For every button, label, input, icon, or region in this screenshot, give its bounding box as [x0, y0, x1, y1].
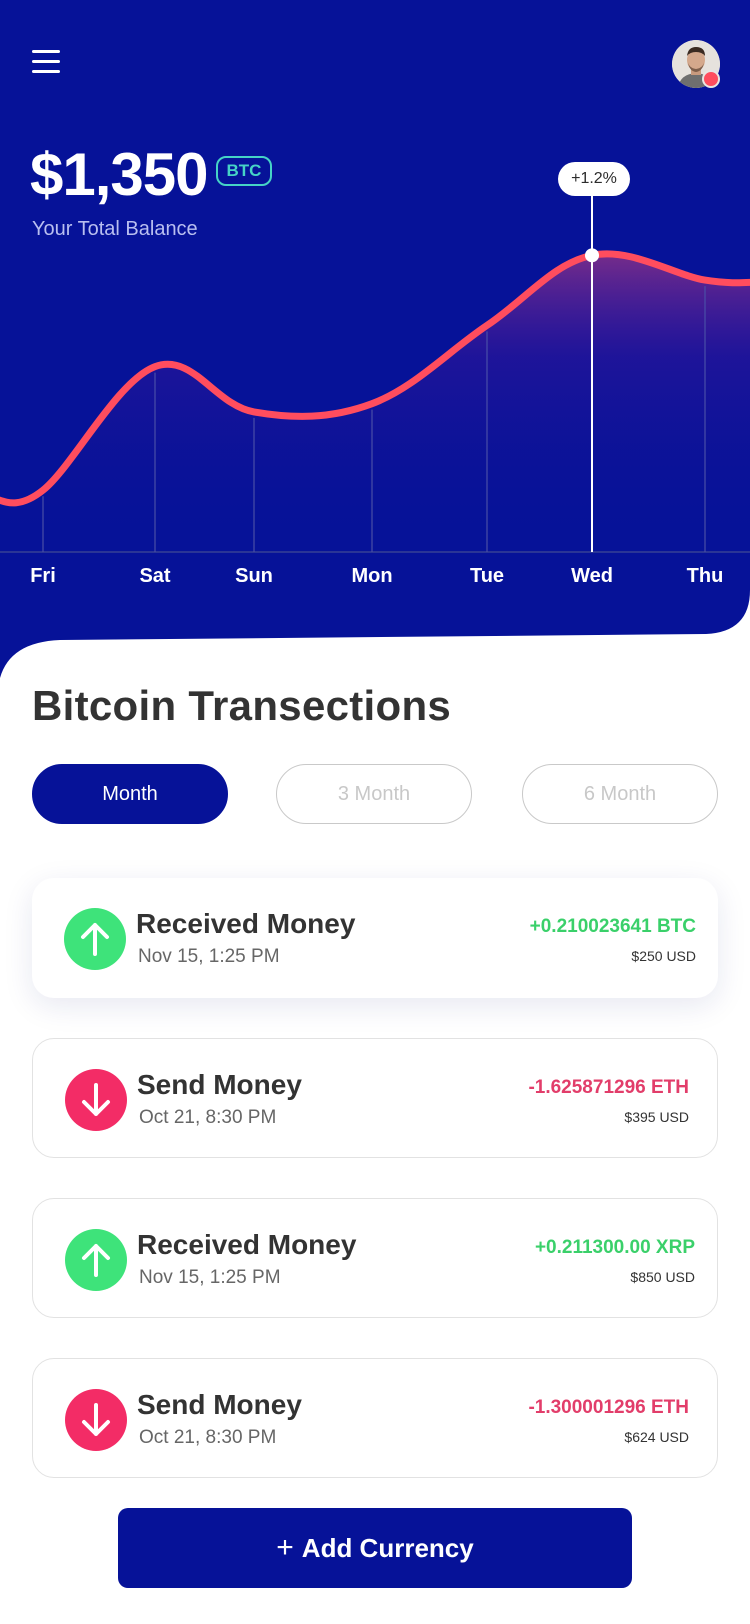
- status-dot: [702, 70, 720, 88]
- transaction-card[interactable]: Received Money Nov 15, 1:25 PM +0.211300…: [32, 1198, 718, 1318]
- transaction-card[interactable]: Send Money Oct 21, 8:30 PM -1.300001296 …: [32, 1358, 718, 1478]
- transaction-card[interactable]: Received Money Nov 15, 1:25 PM +0.210023…: [32, 878, 718, 998]
- x-tick-label-sun[interactable]: Sun: [235, 565, 273, 588]
- transaction-title: Received Money: [136, 908, 356, 939]
- arrow-up-icon: [65, 1229, 127, 1291]
- balance-label: Your Total Balance: [32, 218, 198, 240]
- transaction-date: Nov 15, 1:25 PM: [138, 946, 280, 967]
- transaction-date: Oct 21, 8:30 PM: [139, 1107, 277, 1128]
- x-tick-label-wed[interactable]: Wed: [571, 565, 613, 588]
- balance-header: $1,350 BTC Your Total Balance +1.2% Fri S…: [0, 0, 750, 680]
- transaction-usd: $850 USD: [630, 1269, 695, 1285]
- transaction-amount: +0.210023641 BTC: [529, 916, 696, 937]
- user-avatar[interactable]: [672, 40, 720, 88]
- transaction-usd: $624 USD: [624, 1429, 689, 1445]
- transaction-date: Oct 21, 8:30 PM: [139, 1427, 277, 1448]
- transaction-title: Send Money: [137, 1069, 302, 1100]
- transaction-usd: $395 USD: [624, 1109, 689, 1125]
- filter-6-month[interactable]: 6 Month: [522, 764, 718, 824]
- arrow-up-icon: [64, 908, 126, 970]
- section-title: Bitcoin Transections: [32, 682, 452, 729]
- transaction-amount: -1.300001296 ETH: [528, 1397, 689, 1418]
- add-currency-button[interactable]: + Add Currency: [118, 1508, 632, 1588]
- arrow-down-icon: [65, 1069, 127, 1131]
- transaction-usd: $250 USD: [631, 948, 696, 964]
- transaction-date: Nov 15, 1:25 PM: [139, 1267, 281, 1288]
- change-tooltip: +1.2%: [558, 162, 630, 196]
- x-tick-label-sat[interactable]: Sat: [139, 565, 170, 588]
- currency-badge[interactable]: BTC: [216, 156, 272, 186]
- add-currency-label: Add Currency: [301, 1533, 474, 1563]
- x-tick-label-thu[interactable]: Thu: [687, 565, 724, 588]
- arrow-down-icon: [65, 1389, 127, 1451]
- x-tick-label-fri[interactable]: Fri: [30, 565, 56, 588]
- x-tick-label-tue[interactable]: Tue: [470, 565, 504, 588]
- filter-3-month[interactable]: 3 Month: [276, 764, 472, 824]
- plus-icon: +: [276, 1531, 294, 1564]
- menu-icon[interactable]: [32, 48, 60, 76]
- filter-month[interactable]: Month: [32, 764, 228, 824]
- transaction-amount: -1.625871296 ETH: [528, 1077, 689, 1098]
- transaction-title: Send Money: [137, 1389, 302, 1420]
- x-tick-label-mon[interactable]: Mon: [351, 565, 392, 588]
- transaction-amount: +0.211300.00 XRP: [534, 1237, 695, 1258]
- highlight-point[interactable]: [585, 248, 599, 263]
- transaction-card[interactable]: Send Money Oct 21, 8:30 PM -1.625871296 …: [32, 1038, 718, 1158]
- transaction-title: Received Money: [137, 1229, 357, 1260]
- total-balance: $1,350: [30, 141, 209, 208]
